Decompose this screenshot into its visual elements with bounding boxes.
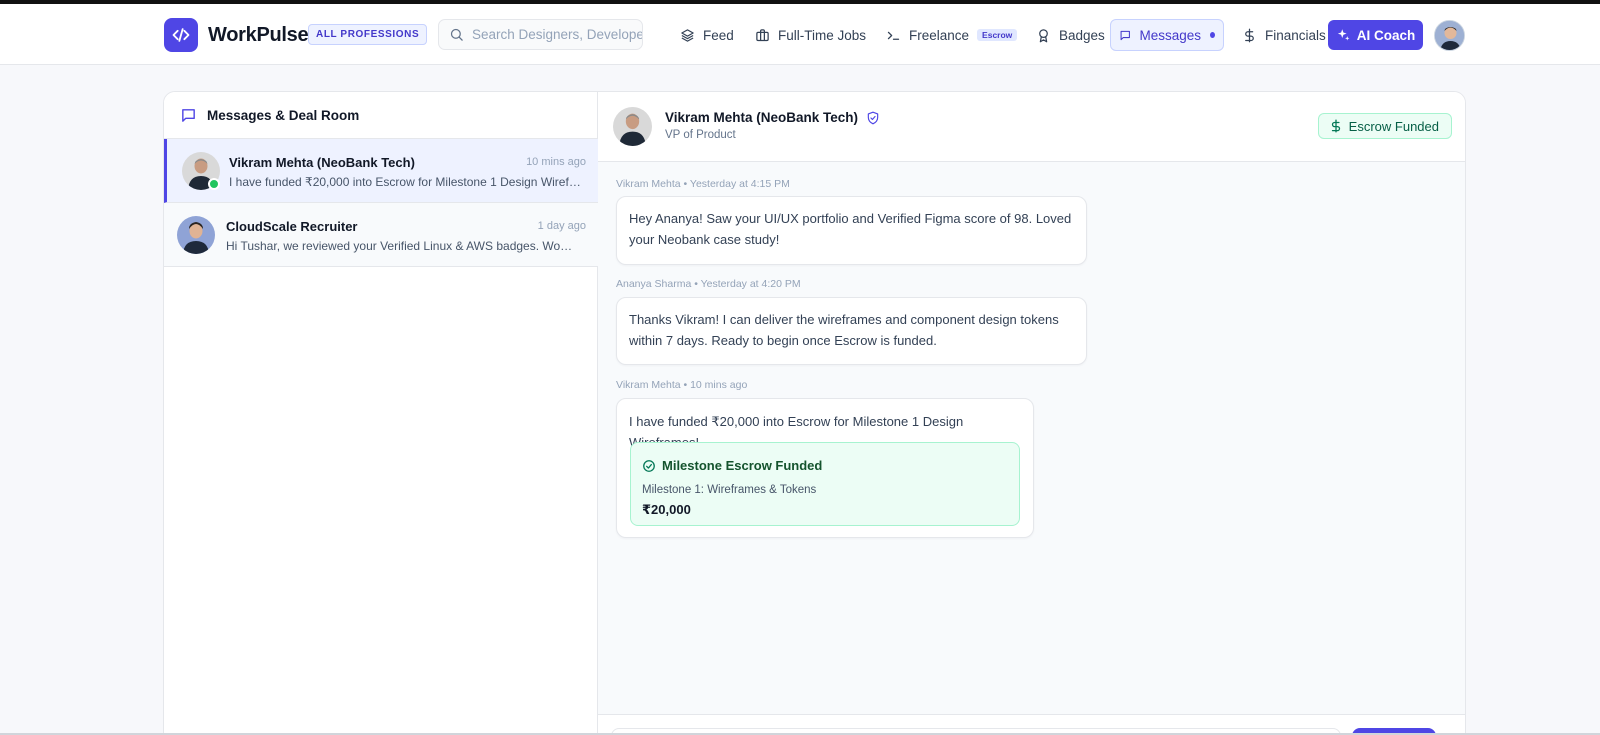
- unread-dot: [1210, 32, 1215, 38]
- nav-messages[interactable]: Messages: [1110, 19, 1224, 51]
- nav-financials-label: Financials: [1265, 27, 1326, 43]
- ai-coach-label: AI Coach: [1356, 27, 1416, 43]
- conversation-item-vikram[interactable]: Vikram Mehta (NeoBank Tech) 10 mins ago …: [164, 139, 598, 203]
- conversation-preview: Hi Tushar, we reviewed your Verified Lin…: [226, 239, 578, 253]
- conversation-name: CloudScale Recruiter: [226, 219, 358, 234]
- online-indicator: [208, 178, 220, 190]
- message-bubble: I have funded ₹20,000 into Escrow for Mi…: [616, 398, 1034, 538]
- nav-financials[interactable]: Financials: [1234, 20, 1334, 50]
- escrow-status-badge[interactable]: Escrow Funded: [1317, 113, 1452, 139]
- user-photo-icon: [1435, 21, 1464, 50]
- milestone-title-text: Milestone Escrow Funded: [662, 458, 823, 473]
- verified-shield-icon: [867, 111, 879, 124]
- dollar-icon: [1245, 28, 1254, 42]
- message-line: Thanks Vikram! I can deliver the wirefra…: [629, 312, 1059, 327]
- milestone-card[interactable]: Milestone Escrow Funded Milestone 1: Wir…: [630, 442, 1020, 526]
- sparkles-icon: [1337, 28, 1350, 40]
- terminal-icon: [887, 31, 900, 40]
- message-meta: Vikram Mehta • Yesterday at 4:15 PM: [616, 178, 790, 190]
- conversation-item-cloudscale[interactable]: CloudScale Recruiter 1 day ago Hi Tushar…: [164, 203, 598, 267]
- nav-full-time-jobs[interactable]: Full-Time Jobs: [747, 20, 874, 50]
- search-box[interactable]: [438, 19, 643, 50]
- contact-name[interactable]: Vikram Mehta (NeoBank Tech): [665, 110, 880, 125]
- briefcase-icon: [756, 28, 769, 41]
- messages-panel: Messages & Deal Room Vikram Mehta (NeoBa…: [163, 91, 1466, 735]
- chat-header: Vikram Mehta (NeoBank Tech) VP of Produc…: [598, 92, 1465, 162]
- conversation-list: Messages & Deal Room Vikram Mehta (NeoBa…: [164, 92, 598, 735]
- message-square-icon: [182, 108, 195, 122]
- escrow-status-text: Escrow Funded: [1348, 118, 1439, 134]
- nav-freelance[interactable]: Freelance Escrow: [878, 20, 1025, 50]
- conversation-preview: I have funded ₹20,000 into Escrow for Mi…: [229, 175, 581, 189]
- message-meta: Vikram Mehta • 10 mins ago: [616, 379, 748, 391]
- milestone-subtitle: Milestone 1: Wireframes & Tokens: [642, 484, 817, 496]
- ai-coach-button[interactable]: AI Coach: [1328, 20, 1423, 50]
- milestone-amount: ₹20,000: [642, 502, 691, 517]
- nav-feed-label: Feed: [703, 27, 734, 43]
- user-avatar[interactable]: [1434, 20, 1465, 51]
- message-line: your Neobank case study!: [629, 231, 780, 247]
- deal-room-title: Messages & Deal Room: [207, 107, 360, 123]
- profession-filter-tag[interactable]: ALL PROFESSIONS: [308, 24, 428, 45]
- contact-photo-icon: [613, 107, 652, 146]
- milestone-title: Milestone Escrow Funded: [642, 456, 822, 477]
- award-icon: [1039, 28, 1048, 42]
- message-composer: [598, 714, 1465, 735]
- message-line: Hey Ananya! Saw your UI/UX portfolio and…: [629, 211, 1072, 226]
- nav-feed[interactable]: Feed: [672, 20, 742, 50]
- deal-room-header: Messages & Deal Room: [164, 92, 598, 139]
- top-navbar: WorkPulse ALL PROFESSIONS Feed Full-Time…: [0, 4, 1600, 65]
- conversation-time: 10 mins ago: [526, 156, 586, 168]
- code-icon: [172, 28, 190, 42]
- dollar-icon: [1331, 119, 1340, 133]
- nav-badges[interactable]: Badges: [1028, 20, 1113, 50]
- message-bubble: Thanks Vikram! I can deliver the wirefra…: [616, 297, 1087, 365]
- search-icon: [450, 28, 463, 41]
- message-line: within 7 days. Ready to begin once Escro…: [629, 332, 937, 348]
- escrow-tag: Escrow: [977, 29, 1018, 41]
- conversation-name: Vikram Mehta (NeoBank Tech): [229, 155, 415, 170]
- search-input[interactable]: [472, 27, 642, 42]
- conversation-time: 1 day ago: [537, 220, 586, 232]
- check-circle-icon: [643, 460, 655, 473]
- contact-photo-icon: [177, 216, 215, 254]
- message-meta: Ananya Sharma • Yesterday at 4:20 PM: [616, 278, 801, 290]
- chat-thread: Vikram Mehta (NeoBank Tech) VP of Produc…: [598, 92, 1465, 735]
- message-bubble: Hey Ananya! Saw your UI/UX portfolio and…: [616, 196, 1087, 265]
- layers-icon: [681, 28, 694, 42]
- contact-name-text: Vikram Mehta (NeoBank Tech): [665, 110, 859, 125]
- contact-role: VP of Product: [665, 129, 736, 141]
- nav-badges-label: Badges: [1059, 27, 1105, 43]
- contact-avatar[interactable]: [613, 107, 652, 146]
- brand-name[interactable]: WorkPulse: [208, 24, 309, 47]
- message-square-icon: [1120, 30, 1130, 40]
- nav-messages-label: Messages: [1139, 27, 1202, 43]
- logo[interactable]: [164, 18, 198, 52]
- nav-full-time-jobs-label: Full-Time Jobs: [778, 27, 867, 43]
- nav-freelance-label: Freelance: [909, 27, 970, 43]
- avatar: [177, 216, 215, 254]
